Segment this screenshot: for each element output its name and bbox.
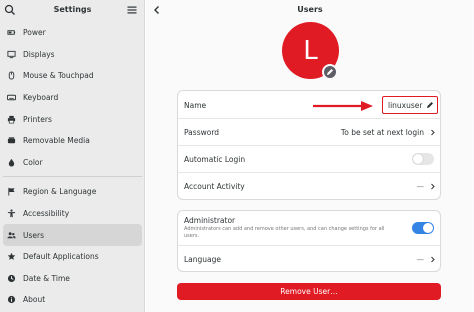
sidebar-item-label: Users	[23, 230, 45, 240]
main-panel: Users L Name linuxuser Password To be se…	[146, 0, 474, 312]
toggle-knob	[413, 154, 423, 164]
sidebar-item-default-applications[interactable]: Default Applications	[3, 246, 142, 268]
sidebar-item-printers[interactable]: Printers	[3, 108, 142, 130]
account-activity-label: Account Activity	[184, 182, 245, 191]
accessibility-icon	[7, 209, 16, 218]
sidebar-item-label: Color	[23, 157, 43, 167]
sidebar-item-label: Mouse & Touchpad	[23, 71, 94, 81]
remove-user-button[interactable]: Remove User…	[177, 283, 441, 300]
sidebar-item-removable-media[interactable]: Removable Media	[3, 130, 142, 152]
sidebar: Settings Power Displays Mouse & Touchpad…	[0, 0, 145, 312]
administrator-toggle[interactable]	[412, 222, 434, 234]
users-icon	[7, 231, 16, 240]
printer-icon	[7, 115, 16, 124]
password-value: To be set at next login	[340, 128, 424, 137]
sidebar-item-label: About	[23, 295, 46, 305]
sidebar-list: Power Displays Mouse & Touchpad Keyboard…	[3, 22, 142, 311]
administrator-row: Administrator Administrators can add and…	[178, 211, 440, 246]
sidebar-separator	[3, 176, 142, 178]
sidebar-item-label: Region & Language	[23, 187, 97, 197]
avatar-edit-button[interactable]	[322, 64, 338, 80]
sidebar-item-label: Date & Time	[23, 273, 70, 283]
name-field[interactable]: linuxuser	[382, 96, 438, 114]
keyboard-icon	[7, 93, 16, 102]
account-activity-value: —	[416, 182, 425, 191]
clock-icon	[7, 274, 16, 283]
chevron-right-icon	[431, 183, 435, 190]
account-activity-row[interactable]: Account Activity —	[178, 173, 440, 200]
sidebar-item-label: Printers	[23, 114, 52, 124]
account-card: Name linuxuser Password To be set at nex…	[177, 90, 441, 200]
administrator-description: Administrators can add and remove other …	[184, 226, 385, 239]
autologin-toggle[interactable]	[412, 153, 434, 165]
display-icon	[7, 50, 16, 59]
password-row[interactable]: Password To be set at next login	[178, 119, 440, 146]
sidebar-item-label: Displays	[23, 49, 55, 59]
name-row: Name linuxuser	[178, 91, 440, 119]
media-icon	[7, 136, 16, 145]
power-icon	[7, 28, 16, 37]
sidebar-item-power[interactable]: Power	[3, 22, 142, 44]
name-value: linuxuser	[388, 101, 423, 110]
sidebar-item-label: Removable Media	[23, 136, 90, 146]
language-label: Language	[184, 255, 222, 264]
mouse-icon	[7, 71, 16, 81]
star-icon	[7, 252, 16, 261]
toggle-knob	[423, 223, 433, 233]
sidebar-header: Settings	[0, 0, 145, 20]
sidebar-item-displays[interactable]: Displays	[3, 44, 142, 66]
sidebar-item-accessibility[interactable]: Accessibility	[3, 203, 142, 225]
annotation-arrow	[313, 101, 373, 111]
autologin-row: Automatic Login	[178, 146, 440, 173]
color-icon	[7, 158, 16, 167]
sidebar-item-region-language[interactable]: Region & Language	[3, 181, 142, 203]
sidebar-item-mouse[interactable]: Mouse & Touchpad	[3, 65, 142, 87]
sidebar-item-label: Keyboard	[23, 93, 59, 103]
sidebar-item-label: Default Applications	[23, 252, 99, 262]
language-row[interactable]: Language —	[178, 246, 440, 272]
info-icon	[7, 295, 16, 304]
admin-card: Administrator Administrators can add and…	[177, 210, 441, 272]
sidebar-item-label: Accessibility	[23, 209, 70, 219]
administrator-label: Administrator	[184, 216, 236, 225]
page-title: Users	[297, 5, 323, 14]
name-label: Name	[184, 101, 207, 110]
menu-icon[interactable]	[126, 4, 138, 16]
sidebar-item-label: Power	[23, 28, 46, 38]
sidebar-item-about[interactable]: About	[3, 289, 142, 311]
chevron-right-icon	[431, 129, 435, 136]
sidebar-item-keyboard[interactable]: Keyboard	[3, 87, 142, 109]
autologin-label: Automatic Login	[184, 155, 246, 164]
sidebar-item-color[interactable]: Color	[3, 152, 142, 174]
chevron-right-icon	[431, 256, 435, 263]
language-value: —	[416, 255, 425, 264]
sidebar-item-users[interactable]: Users	[3, 224, 142, 246]
password-label: Password	[184, 128, 220, 137]
pencil-icon[interactable]	[426, 101, 434, 109]
sidebar-item-date-time[interactable]: Date & Time	[3, 268, 142, 290]
pencil-icon	[327, 69, 333, 75]
flag-icon	[7, 187, 16, 197]
sidebar-title: Settings	[53, 5, 92, 14]
